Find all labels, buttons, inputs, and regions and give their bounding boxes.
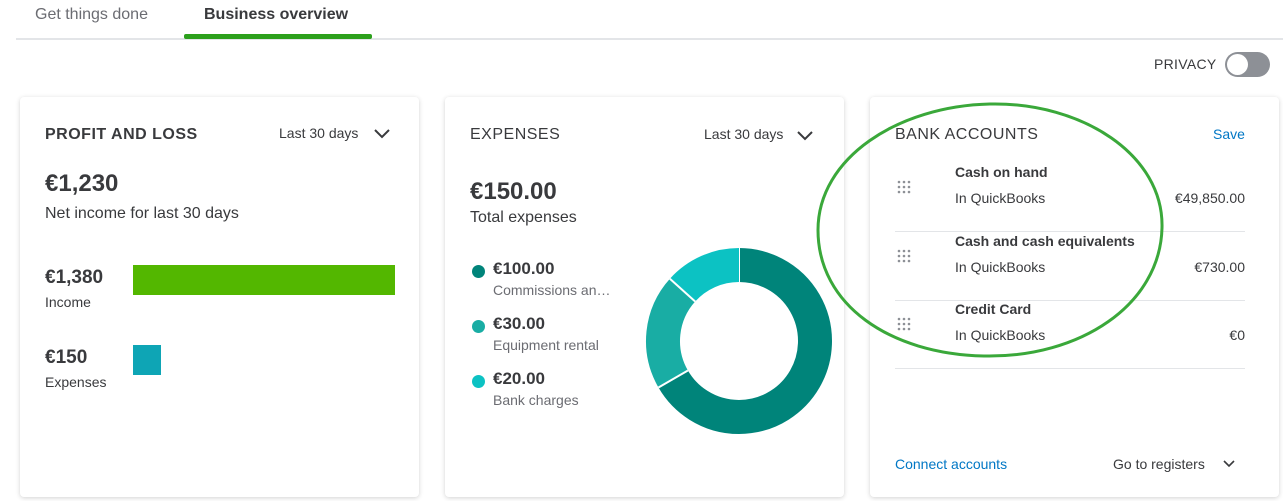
total-expenses-label: Total expenses	[470, 209, 577, 226]
chevron-down-icon[interactable]	[1223, 459, 1235, 468]
net-income-label: Net income for last 30 days	[45, 205, 239, 222]
card-title: BANK ACCOUNTS	[895, 126, 1039, 143]
privacy-label: PRIVACY	[1154, 56, 1217, 72]
expenses-value: €150	[45, 347, 88, 368]
account-balance: €730.00	[1194, 259, 1245, 275]
donut-slice-2[interactable]	[669, 248, 740, 303]
tab-get-things-done[interactable]: Get things done	[35, 6, 148, 24]
legend-label: Equipment rental	[493, 337, 599, 353]
net-income-amount: €1,230	[45, 170, 119, 197]
save-link[interactable]: Save	[1213, 126, 1245, 142]
account-source: In QuickBooks	[955, 327, 1046, 343]
date-range-select[interactable]: Last 30 days	[279, 125, 358, 141]
bank-account-row[interactable]: Credit Card In QuickBooks €0	[895, 301, 1245, 369]
income-value: €1,380	[45, 267, 104, 288]
donut-slice-1[interactable]	[646, 278, 696, 388]
legend-dot	[472, 265, 485, 278]
account-balance: €49,850.00	[1174, 190, 1245, 206]
income-label: Income	[45, 294, 91, 310]
card-title: EXPENSES	[470, 126, 561, 143]
drag-handle-icon[interactable]	[897, 317, 911, 331]
drag-handle-icon[interactable]	[897, 249, 911, 263]
legend-value: €100.00	[493, 259, 555, 278]
expenses-donut-chart[interactable]	[645, 247, 833, 435]
expenses-bar[interactable]	[133, 345, 161, 375]
connect-accounts-link[interactable]: Connect accounts	[895, 456, 1007, 472]
legend-dot	[472, 375, 485, 388]
total-expenses-amount: €150.00	[470, 178, 557, 205]
income-bar[interactable]	[133, 265, 395, 295]
toggle-knob	[1227, 54, 1248, 75]
legend-value: €30.00	[493, 314, 545, 333]
expenses-label: Expenses	[45, 374, 107, 390]
profit-loss-card: PROFIT AND LOSS Last 30 days €1,230 Net …	[20, 97, 419, 497]
legend-label: Bank charges	[493, 392, 579, 408]
date-range-select[interactable]: Last 30 days	[704, 126, 783, 142]
go-to-registers-button[interactable]: Go to registers	[1113, 456, 1205, 472]
account-source: In QuickBooks	[955, 190, 1046, 206]
account-balance: €0	[1229, 327, 1245, 343]
active-tab-indicator	[184, 34, 372, 39]
expenses-card: EXPENSES Last 30 days €150.00 Total expe…	[445, 97, 844, 497]
card-title: PROFIT AND LOSS	[45, 126, 198, 143]
account-name: Cash and cash equivalents	[955, 233, 1135, 249]
bank-account-row[interactable]: Cash and cash equivalents In QuickBooks …	[895, 233, 1245, 301]
account-name: Cash on hand	[955, 164, 1048, 180]
account-name: Credit Card	[955, 301, 1032, 317]
privacy-toggle[interactable]	[1225, 52, 1270, 77]
tab-business-overview[interactable]: Business overview	[204, 6, 348, 24]
legend-dot	[472, 320, 485, 333]
drag-handle-icon[interactable]	[897, 180, 911, 194]
bank-accounts-card: BANK ACCOUNTS Save Cash on hand In Quick…	[870, 97, 1279, 497]
chevron-down-icon[interactable]	[796, 130, 814, 142]
legend-label: Commissions an…	[493, 282, 611, 298]
account-source: In QuickBooks	[955, 259, 1046, 275]
chevron-down-icon[interactable]	[373, 128, 391, 140]
legend-value: €20.00	[493, 369, 545, 388]
bank-account-row[interactable]: Cash on hand In QuickBooks €49,850.00	[895, 164, 1245, 232]
tab-bar: Get things done Business overview	[16, 0, 1283, 40]
